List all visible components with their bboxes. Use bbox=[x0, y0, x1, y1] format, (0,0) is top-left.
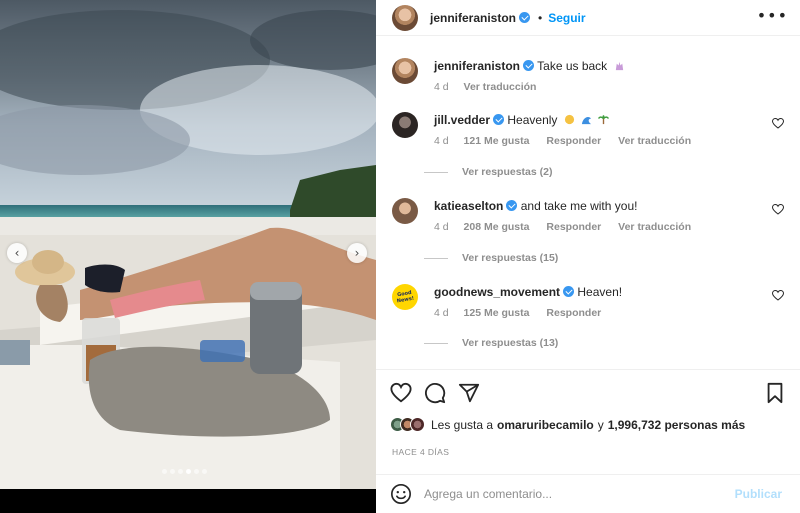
likes-connector: y bbox=[597, 417, 604, 432]
comment-input[interactable]: Agrega un comentario... bbox=[424, 487, 735, 501]
comment-likes[interactable]: 125 Me gusta bbox=[464, 307, 530, 319]
view-replies-button[interactable]: Ver respuestas (13) bbox=[424, 337, 558, 349]
comment-username[interactable]: jill.vedder bbox=[434, 113, 490, 127]
reply-button[interactable]: Responder bbox=[546, 135, 601, 147]
comment-age: 4 d bbox=[434, 221, 449, 233]
post-header: jenniferaniston • Seguir ••• bbox=[376, 0, 800, 36]
palm-tree-emoji-icon bbox=[598, 115, 610, 125]
carousel-dot[interactable] bbox=[178, 469, 183, 474]
post-media[interactable]: ‹ › bbox=[0, 0, 376, 489]
previous-slide-button[interactable]: ‹ bbox=[7, 243, 27, 263]
comment-username[interactable]: katieaselton bbox=[434, 199, 503, 213]
follow-button[interactable]: Seguir bbox=[548, 11, 585, 25]
comment-text: Heaven! bbox=[577, 285, 623, 299]
verified-badge-icon bbox=[506, 200, 518, 211]
carousel-dot[interactable] bbox=[202, 469, 207, 474]
replies-line bbox=[424, 342, 448, 344]
author-username[interactable]: jenniferaniston bbox=[430, 11, 516, 25]
caption: jenniferaniston Take us back 4 d Ver tra… bbox=[392, 58, 792, 95]
comment-like-heart-icon[interactable] bbox=[772, 204, 784, 215]
comment-age: 4 d bbox=[434, 307, 449, 319]
emoji-picker-icon[interactable] bbox=[390, 483, 412, 505]
likes-summary[interactable]: Les gusta a omaruribecamilo y 1,996,732 … bbox=[390, 417, 749, 432]
publish-button[interactable]: Publicar bbox=[735, 487, 782, 501]
raised-hands-emoji-icon bbox=[615, 61, 623, 71]
translate-button[interactable]: Ver traducción bbox=[618, 135, 691, 147]
caption-username[interactable]: jenniferaniston bbox=[434, 59, 520, 73]
view-replies-label: Ver respuestas (13) bbox=[462, 337, 559, 349]
verified-badge-icon bbox=[563, 286, 575, 297]
liker-avatars bbox=[390, 417, 425, 432]
comment-item: katieaselton and take me with you! 4 d 2… bbox=[392, 198, 792, 235]
replies-line bbox=[424, 171, 448, 173]
beach-photo bbox=[0, 0, 376, 489]
author-avatar[interactable] bbox=[392, 4, 418, 31]
header-separator: • bbox=[538, 10, 543, 25]
comment-bubble-icon[interactable] bbox=[424, 382, 446, 404]
translate-button[interactable]: Ver traducción bbox=[618, 221, 691, 233]
comments-list[interactable]: jenniferaniston Take us back 4 d Ver tra… bbox=[376, 47, 800, 367]
sun-emoji-icon bbox=[564, 114, 574, 125]
carousel-dot[interactable] bbox=[186, 469, 191, 474]
comment-like-heart-icon[interactable] bbox=[772, 118, 784, 129]
reply-button[interactable]: Responder bbox=[546, 307, 601, 319]
carousel-dot[interactable] bbox=[162, 469, 167, 474]
comment-likes[interactable]: 208 Me gusta bbox=[464, 221, 530, 233]
likes-count[interactable]: 1,996,732 personas más bbox=[608, 418, 745, 432]
avatar-logo-text: Good News! bbox=[396, 289, 415, 305]
more-options-icon[interactable]: ••• bbox=[757, 8, 788, 24]
post-timestamp: HACE 4 DÍAS bbox=[392, 447, 450, 457]
comment-text: and take me with you! bbox=[520, 199, 638, 213]
media-bottom-strip bbox=[0, 489, 376, 513]
likes-prefix: Les gusta a bbox=[431, 417, 494, 432]
wave-emoji-icon bbox=[582, 116, 592, 125]
save-bookmark-icon[interactable] bbox=[764, 382, 786, 404]
author-avatar[interactable] bbox=[392, 58, 418, 84]
add-comment-bar: Agrega un comentario... Publicar bbox=[376, 474, 800, 513]
comment-text: Heavenly bbox=[507, 113, 558, 127]
comment-like-heart-icon[interactable] bbox=[772, 290, 784, 301]
comment-item: jill.vedder Heavenly 4 d 121 Me gusta Re… bbox=[392, 112, 792, 149]
comment-age: 4 d bbox=[434, 135, 449, 147]
like-heart-icon[interactable] bbox=[390, 382, 412, 404]
carousel-dots bbox=[162, 469, 207, 474]
view-replies-button[interactable]: Ver respuestas (15) bbox=[424, 252, 558, 264]
caption-text: Take us back bbox=[537, 59, 608, 73]
reply-button[interactable]: Responder bbox=[546, 221, 601, 233]
next-slide-button[interactable]: › bbox=[347, 243, 367, 263]
caption-age: 4 d bbox=[434, 81, 449, 93]
verified-badge-icon bbox=[493, 114, 505, 125]
commenter-avatar[interactable] bbox=[392, 112, 418, 138]
view-replies-label: Ver respuestas (2) bbox=[462, 166, 553, 178]
share-send-icon[interactable] bbox=[458, 382, 480, 404]
view-replies-button[interactable]: Ver respuestas (2) bbox=[424, 166, 552, 178]
post-panel: jenniferaniston • Seguir ••• jenniferani… bbox=[376, 0, 800, 513]
translate-button[interactable]: Ver traducción bbox=[464, 81, 537, 93]
comment-item: Good News! goodnews_movement Heaven! 4 d… bbox=[392, 284, 792, 321]
carousel-dot[interactable] bbox=[194, 469, 199, 474]
commenter-avatar[interactable]: Good News! bbox=[392, 284, 418, 310]
view-replies-label: Ver respuestas (15) bbox=[462, 252, 559, 264]
commenter-avatar[interactable] bbox=[392, 198, 418, 224]
verified-badge-icon bbox=[523, 60, 535, 71]
replies-line bbox=[424, 257, 448, 259]
liker-username[interactable]: omaruribecamilo bbox=[497, 418, 594, 432]
verified-badge-icon bbox=[519, 12, 531, 23]
action-bar bbox=[390, 382, 790, 404]
comment-likes[interactable]: 121 Me gusta bbox=[464, 135, 530, 147]
post-actions-section: Les gusta a omaruribecamilo y 1,996,732 … bbox=[376, 369, 800, 474]
carousel-dot[interactable] bbox=[170, 469, 175, 474]
comment-username[interactable]: goodnews_movement bbox=[434, 285, 560, 299]
